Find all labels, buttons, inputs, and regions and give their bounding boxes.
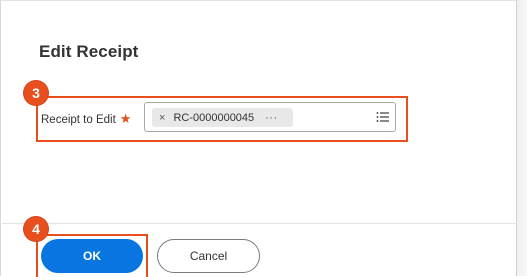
selected-receipt-pill: × RC-0000000045 ··· — [152, 108, 293, 127]
step-3-badge: 3 — [24, 81, 48, 105]
ok-button[interactable]: OK — [41, 239, 143, 273]
cancel-button[interactable]: Cancel — [157, 239, 260, 273]
selected-receipt-value: RC-0000000045 — [173, 111, 255, 124]
background-edge — [517, 0, 527, 276]
required-icon: ★ — [119, 111, 132, 126]
receipt-prompt-input[interactable]: × RC-0000000045 ··· — [144, 102, 396, 132]
footer-divider — [2, 223, 518, 224]
step-4-badge: 4 — [24, 217, 48, 241]
field-label-text: Receipt to Edit — [41, 114, 116, 126]
list-icon[interactable] — [376, 110, 390, 124]
remove-selection-icon[interactable]: × — [159, 112, 165, 124]
edit-receipt-dialog: Edit Receipt 3 Receipt to Edit ★ × RC-000… — [0, 0, 518, 277]
receipt-to-edit-label: Receipt to Edit ★ — [41, 111, 131, 127]
related-actions-icon[interactable]: ··· — [265, 112, 278, 124]
dialog-title: Edit Receipt — [39, 42, 139, 61]
